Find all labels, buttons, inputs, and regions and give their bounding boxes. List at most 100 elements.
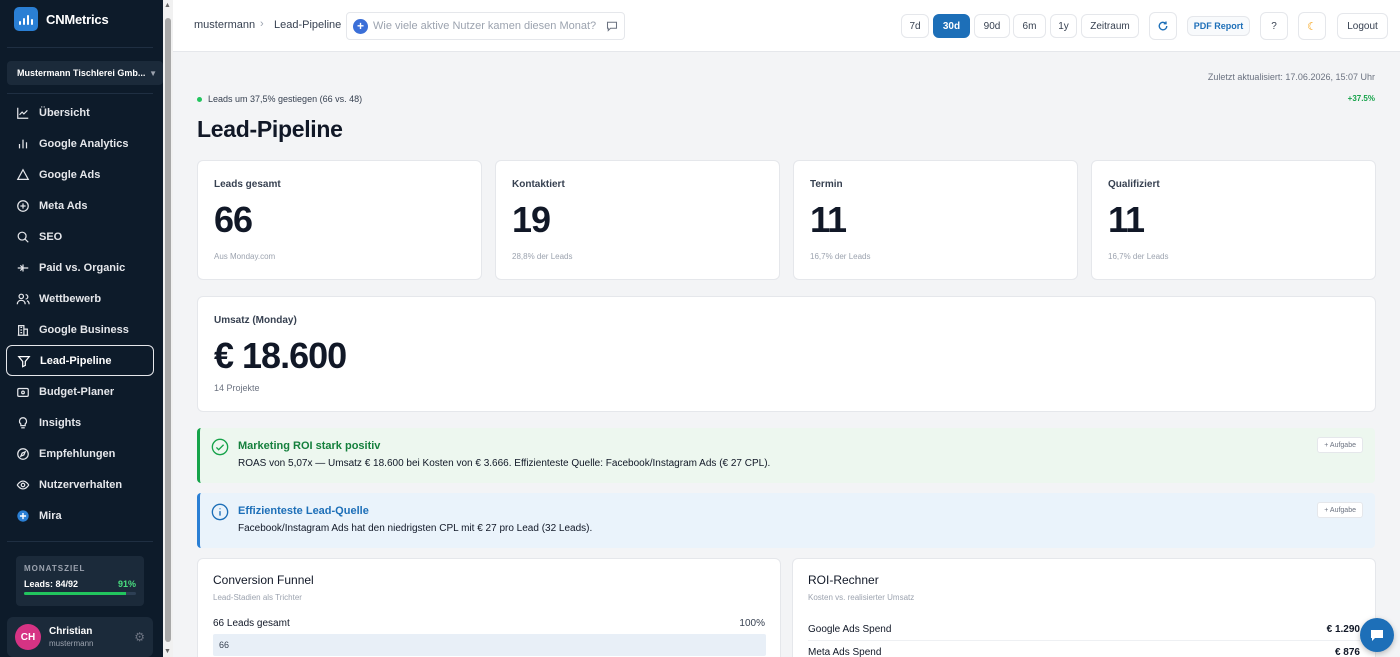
roi-row-value: € 876 [1334,647,1360,657]
funnel-bar: 66 [213,634,766,656]
topbar: mustermann › Lead-Pipeline + 7d 30d 90d … [173,0,1400,52]
monthly-goal: MONATSZIEL Leads: 84/92 91% [16,556,144,606]
page-title: Lead-Pipeline [197,116,343,142]
kpi-label: Qualifiziert [1108,179,1160,190]
moon-icon: ☾ [1307,20,1317,33]
status-dot-icon [197,96,202,102]
sidebar-item-lead-pipeline[interactable]: Lead-Pipeline [6,345,154,376]
goal-title: MONATSZIEL [24,564,86,573]
avatar: CH [15,624,41,650]
user-name: Christian [49,626,93,637]
kpi-value: 66 [214,199,253,240]
refresh-icon [1158,21,1168,31]
sidebar-item-insights[interactable]: Insights [6,407,154,438]
gear-icon[interactable]: ⚙ [134,630,145,644]
add-task-button[interactable]: + Aufgabe [1317,502,1363,518]
chat-assistant-button[interactable] [1360,618,1394,652]
kpi-subtext: 28,8% der Leads [512,252,573,261]
sidebar-item-seo[interactable]: SEO [6,221,154,252]
chevron-right-icon: › [260,18,264,30]
sidebar-item-label: Mira [39,509,62,522]
goal-progress-bar [24,592,136,595]
lightbulb-icon [18,416,28,428]
search-input[interactable] [373,20,606,32]
wallet-icon [17,387,29,397]
kpi-label: Termin [810,179,843,190]
roi-row: Meta Ads Spend € 876 [808,642,1360,657]
revenue-label: Umsatz (Monday) [214,315,297,326]
kpi-subtext: 16,7% der Leads [1108,252,1169,261]
sidebar-item-label: Nutzerverhalten [39,478,123,491]
logout-button[interactable]: Logout [1337,13,1388,39]
insight-text: Facebook/Instagram Ads hat den niedrigst… [238,523,593,534]
insight-lead-source: Effizienteste Lead-Quelle Facebook/Insta… [197,493,1375,548]
trend-summary: Leads um 37,5% gestiegen (66 vs. 48) [197,94,362,104]
last-updated: Zuletzt aktualisiert: 17.06.2026, 15:07 … [1207,72,1375,82]
user-profile[interactable]: CH Christian mustermann ⚙ [7,617,153,657]
split-icon [17,264,29,271]
sidebar-item-google-business[interactable]: Google Business [6,314,154,345]
sidebar-item-label: SEO [39,230,63,243]
dark-mode-toggle[interactable]: ☾ [1298,12,1326,40]
sidebar-item-uebersicht[interactable]: Übersicht [6,97,154,128]
chat-icon[interactable] [606,20,618,32]
kpi-value: 11 [810,199,847,240]
divider [7,47,153,48]
breadcrumb-current: Lead-Pipeline [274,19,342,31]
sidebar-item-paid-vs-organic[interactable]: Paid vs. Organic [6,252,154,283]
panel-title: ROI-Rechner [808,573,879,587]
sidebar-item-mira[interactable]: Mira [6,500,154,531]
info-circle-icon [211,503,229,521]
goal-progress-fill [24,592,126,595]
sidebar-item-google-ads[interactable]: Google Ads [6,159,154,190]
scroll-down-icon[interactable]: ▼ [164,648,171,655]
range-7d-button[interactable]: 7d [901,14,929,38]
trend-delta: +37.5% [1347,94,1375,103]
kpi-label: Leads gesamt [214,179,281,190]
help-button[interactable]: ? [1260,12,1288,40]
add-task-button[interactable]: + Aufgabe [1317,437,1363,453]
sidebar: CNMetrics Mustermann Tischlerei Gmb... ▼… [0,0,163,657]
scroll-thumb[interactable] [165,18,171,642]
sidebar-item-wettbewerb[interactable]: Wettbewerb [6,283,154,314]
sidebar-item-label: Empfehlungen [39,447,116,460]
roi-row-label: Meta Ads Spend [808,647,882,657]
kpi-card-appointment: Termin 11 16,7% der Leads [793,160,1078,280]
ai-search-bar[interactable]: + [346,12,625,40]
funnel-row-label: 66 Leads gesamt [213,618,290,629]
brand-logo-icon [14,7,38,31]
conversion-funnel-panel: Conversion Funnel Lead-Stadien als Trich… [197,558,781,657]
panel-title: Conversion Funnel [213,573,314,587]
sidebar-item-budget-planer[interactable]: Budget-Planer [6,376,154,407]
eye-icon [16,479,30,490]
sidebar-item-label: Google Business [39,323,129,336]
range-1y-button[interactable]: 1y [1050,14,1077,38]
sidebar-item-google-analytics[interactable]: Google Analytics [6,128,154,159]
pdf-report-button[interactable]: PDF Report [1187,16,1250,36]
refresh-button[interactable] [1149,12,1177,40]
sidebar-item-nutzerverhalten[interactable]: Nutzerverhalten [6,469,154,500]
sidebar-item-empfehlungen[interactable]: Empfehlungen [6,438,154,469]
range-custom-button[interactable]: Zeitraum [1081,14,1139,38]
insight-title: Marketing ROI stark positiv [238,440,381,452]
range-30d-button[interactable]: 30d [933,14,970,38]
sidebar-item-label: Budget-Planer [39,385,115,398]
chat-bubble-icon [1371,630,1383,641]
insight-roi: Marketing ROI stark positiv ROAS von 5,0… [197,428,1375,483]
sidebar-item-label: Insights [39,416,82,429]
breadcrumb-root[interactable]: mustermann [194,19,255,31]
range-90d-button[interactable]: 90d [974,14,1010,38]
brand[interactable]: CNMetrics [14,7,109,31]
divider [7,541,153,542]
sidebar-item-meta-ads[interactable]: Meta Ads [6,190,154,221]
scroll-up-icon[interactable]: ▲ [164,2,171,9]
funnel-row-percent: 100% [739,618,765,629]
funnel-icon [17,355,31,368]
revenue-subtext: 14 Projekte [214,383,260,393]
org-select[interactable]: Mustermann Tischlerei Gmb... ▼ [7,61,163,85]
check-circle-icon [211,438,229,456]
revenue-card: Umsatz (Monday) € 18.600 14 Projekte [197,296,1376,412]
scrollbar[interactable]: ▲ ▼ [163,0,173,657]
main-content: Zuletzt aktualisiert: 17.06.2026, 15:07 … [173,52,1400,657]
range-6m-button[interactable]: 6m [1013,14,1046,38]
